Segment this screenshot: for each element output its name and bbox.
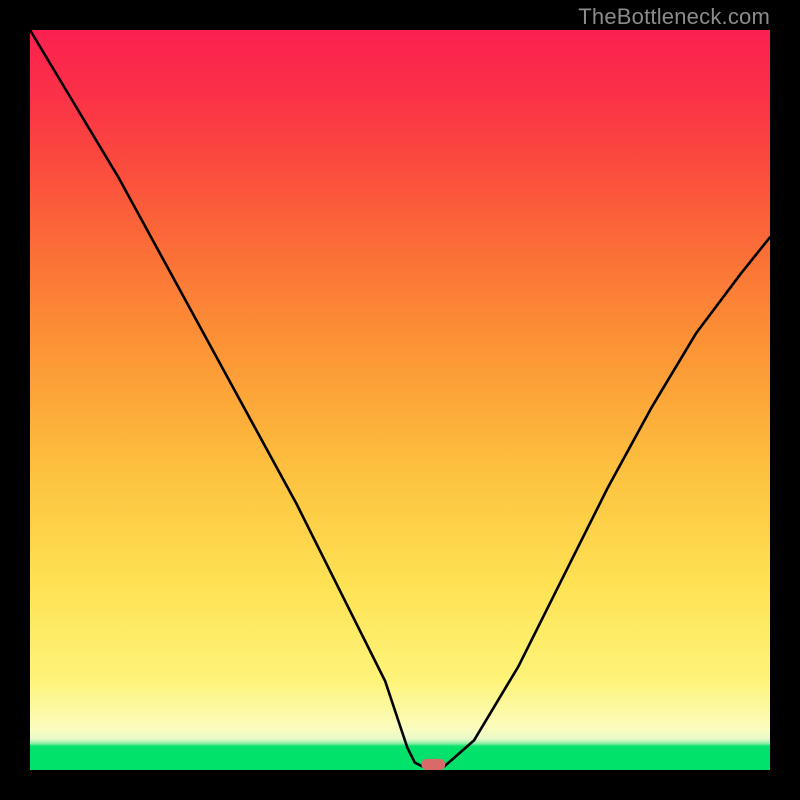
bottleneck-curve — [30, 30, 770, 770]
chart-frame: TheBottleneck.com — [0, 0, 800, 800]
curve-layer — [30, 30, 770, 770]
plot-area — [30, 30, 770, 770]
optimal-point-marker — [422, 759, 446, 770]
watermark-text: TheBottleneck.com — [578, 4, 770, 30]
